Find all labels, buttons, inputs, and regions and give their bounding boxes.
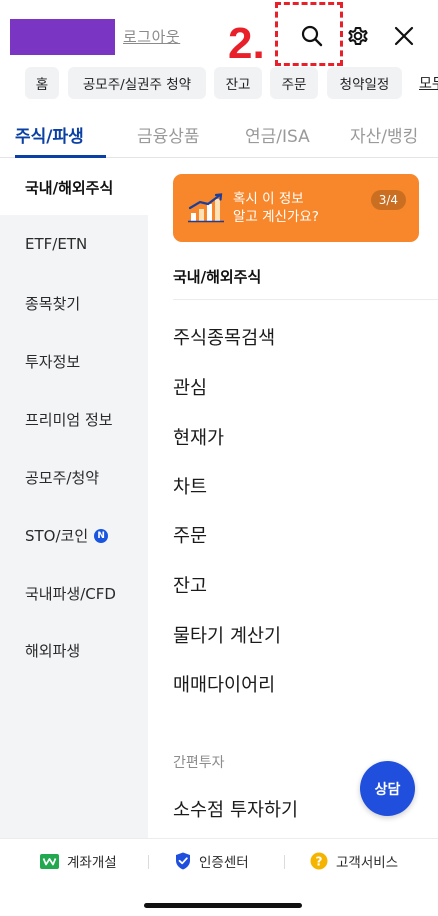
- nav-item-label: 공모주/청약: [25, 469, 100, 487]
- nav-item-ipo[interactable]: 공모주/청약: [25, 467, 99, 488]
- close-icon[interactable]: [388, 20, 420, 52]
- tab-stocks-derivatives[interactable]: 주식/파생: [15, 122, 84, 147]
- chip-all[interactable]: 모두: [419, 73, 438, 93]
- chip-balance[interactable]: 잔고: [214, 67, 262, 99]
- nav-item-foreign-derivatives[interactable]: 해외파생: [25, 640, 80, 661]
- nav-item-sto-coin[interactable]: STO/코인 N: [25, 525, 109, 546]
- help-icon: ?: [310, 852, 328, 870]
- chip-ipo-subscription[interactable]: 공모주/실권주 청약: [68, 67, 206, 99]
- banner-text: 혹시 이 정보 알고 계신가요?: [233, 190, 319, 226]
- quick-menu-chips: 홈 공모주/실권주 청약 잔고 주문 청약일정 모두: [0, 67, 438, 101]
- subsection-title: 간편투자: [173, 755, 225, 771]
- category-tabs: 주식/파생 금융상품 연금/ISA 자산/뱅킹: [0, 112, 438, 158]
- step-annotation-label: 2.: [228, 19, 265, 68]
- svg-text:?: ?: [316, 854, 323, 868]
- search-icon[interactable]: [296, 20, 328, 52]
- nav-item-etf-etn[interactable]: ETF/ETN: [25, 235, 87, 253]
- nav-item-label: 프리미엄 정보: [25, 411, 113, 429]
- bottom-bar: 계좌개설 인증센터 ? 고객서비스: [0, 838, 438, 882]
- menu-item-stock-search[interactable]: 주식종목검색: [173, 324, 275, 350]
- nav-item-label: STO/코인: [25, 527, 89, 545]
- menu-item-balance[interactable]: 잔고: [173, 572, 207, 598]
- open-account-button[interactable]: 계좌개설: [40, 851, 117, 871]
- logout-link[interactable]: 로그아웃: [123, 26, 180, 47]
- certificate-center-button[interactable]: 인증센터: [175, 851, 249, 871]
- menu-item-order[interactable]: 주문: [173, 522, 207, 548]
- banner-line-1: 혹시 이 정보: [233, 191, 304, 207]
- shield-check-icon: [175, 852, 191, 870]
- footer-label: 고객서비스: [336, 855, 399, 871]
- nav-item-domestic-foreign-stocks[interactable]: 국내/해외주식: [25, 177, 113, 198]
- left-category-nav: 국내/해외주식 ETF/ETN 종목찾기 투자정보 프리미엄 정보 공모주/청약…: [0, 158, 148, 838]
- new-badge: N: [94, 528, 109, 543]
- footer-divider: [284, 855, 285, 869]
- tab-pension-isa[interactable]: 연금/ISA: [245, 122, 310, 147]
- chip-home[interactable]: 홈: [25, 67, 59, 99]
- chart-growth-icon: [188, 193, 224, 227]
- nav-item-domestic-derivatives-cfd[interactable]: 국내파생/CFD: [25, 583, 116, 604]
- menu-item-chart[interactable]: 차트: [173, 473, 207, 499]
- nav-item-label: ETF/ETN: [25, 235, 88, 253]
- account-open-icon: [40, 853, 59, 869]
- nav-item-label: 종목찾기: [25, 295, 81, 313]
- nav-item-premium-info[interactable]: 프리미엄 정보: [25, 409, 113, 430]
- customer-service-button[interactable]: ? 고객서비스: [310, 851, 398, 871]
- tab-financial-products[interactable]: 금융상품: [137, 122, 200, 147]
- home-indicator: [144, 903, 302, 908]
- menu-item-fractional-investing[interactable]: 소수점 투자하기: [173, 796, 298, 822]
- footer-label: 인증센터: [199, 855, 249, 871]
- section-title: 국내/해외주식: [173, 268, 262, 286]
- nav-item-label: 국내파생/CFD: [25, 585, 116, 603]
- nav-item-label: 국내/해외주식: [25, 179, 114, 197]
- banner-pager: 3/4: [370, 190, 406, 210]
- nav-item-label: 해외파생: [25, 642, 81, 660]
- menu-item-current-price[interactable]: 현재가: [173, 424, 224, 450]
- chip-subscription-schedule[interactable]: 청약일정: [327, 67, 402, 99]
- menu-item-averaging-calculator[interactable]: 물타기 계산기: [173, 622, 281, 648]
- footer-label: 계좌개설: [67, 855, 117, 871]
- consult-button[interactable]: 상담: [360, 761, 415, 816]
- top-header: 로그아웃 2.: [0, 0, 438, 66]
- profile-name-redacted: [10, 19, 115, 55]
- menu-item-watchlist[interactable]: 관심: [173, 374, 207, 400]
- nav-item-investment-info[interactable]: 투자정보: [25, 351, 80, 372]
- footer-divider: [148, 855, 149, 869]
- nav-item-label: 투자정보: [25, 353, 81, 371]
- gear-icon[interactable]: [342, 20, 374, 52]
- menu-item-trading-diary[interactable]: 매매다이어리: [173, 671, 275, 697]
- chip-order[interactable]: 주문: [270, 67, 318, 99]
- banner-line-2: 알고 계신가요?: [233, 209, 319, 225]
- nav-item-stock-finder[interactable]: 종목찾기: [25, 293, 80, 314]
- tab-assets-banking[interactable]: 자산/뱅킹: [350, 122, 418, 147]
- section-divider: [173, 299, 438, 300]
- info-banner[interactable]: 혹시 이 정보 알고 계신가요? 3/4: [173, 174, 419, 242]
